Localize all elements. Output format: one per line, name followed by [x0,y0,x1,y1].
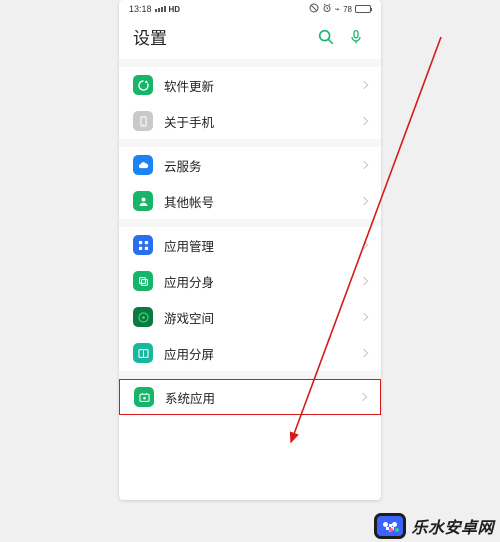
settings-section: 系统应用 [119,371,381,415]
watermark-text: 乐水安卓网 [411,514,494,538]
chevron-right-icon [360,197,368,205]
settings-row[interactable]: 应用管理 [119,227,381,263]
system-app-icon [134,387,154,407]
row-label: 应用管理 [164,236,350,255]
game-icon [133,307,153,327]
clone-icon [133,271,153,291]
search-icon [317,28,335,46]
settings-section: 云服务其他帐号 [119,139,381,219]
chevron-right-icon [360,81,368,89]
settings-row[interactable]: 应用分屏 [119,335,381,371]
chevron-right-icon [360,313,368,321]
settings-row[interactable]: 云服务 [119,147,381,183]
settings-section: 应用管理应用分身游戏空间应用分屏 [119,219,381,371]
page-title: 设置 [133,24,307,49]
bluetooth-icon: ⌁ [335,4,340,15]
chevron-right-icon [360,117,368,125]
phone-frame: 13:18 HD ⌁ 78 设置 软件更新关于手机云服务其他帐号应用管理应用分身… [119,0,381,500]
row-label: 系统应用 [165,388,349,407]
mic-icon [348,29,364,45]
row-label: 软件更新 [164,76,350,95]
row-label: 游戏空间 [164,308,350,327]
row-label: 应用分身 [164,272,350,291]
update-icon [133,75,153,95]
signal-icon [155,6,166,12]
status-bar: 13:18 HD ⌁ 78 [119,0,381,18]
battery-icon [355,5,371,13]
cloud-icon [133,155,153,175]
settings-section: 软件更新关于手机 [119,59,381,139]
settings-list: 软件更新关于手机云服务其他帐号应用管理应用分身游戏空间应用分屏系统应用 [119,59,381,415]
chevron-right-icon [360,349,368,357]
status-time: 13:18 [129,4,152,14]
split-screen-icon [133,343,153,363]
watermark-logo-icon [374,513,406,539]
chevron-right-icon [360,277,368,285]
settings-row[interactable]: 软件更新 [119,67,381,103]
settings-row[interactable]: 其他帐号 [119,183,381,219]
apps-grid-icon [133,235,153,255]
search-button[interactable] [315,26,337,48]
chevron-right-icon [360,161,368,169]
chevron-right-icon [360,241,368,249]
phone-info-icon [133,111,153,131]
battery-pct: 78 [343,5,352,14]
dnd-icon [309,3,319,15]
account-icon [133,191,153,211]
chevron-right-icon [359,393,367,401]
row-label: 应用分屏 [164,344,350,363]
row-label: 关于手机 [164,112,350,131]
row-label: 其他帐号 [164,192,350,211]
settings-row[interactable]: 系统应用 [119,379,381,415]
network-hd-label: HD [169,5,181,14]
settings-header: 设置 [119,18,381,59]
watermark: 乐水安卓网 [374,513,494,539]
alarm-icon [322,3,332,15]
settings-row[interactable]: 关于手机 [119,103,381,139]
voice-button[interactable] [345,26,367,48]
settings-row[interactable]: 游戏空间 [119,299,381,335]
row-label: 云服务 [164,156,350,175]
settings-row[interactable]: 应用分身 [119,263,381,299]
